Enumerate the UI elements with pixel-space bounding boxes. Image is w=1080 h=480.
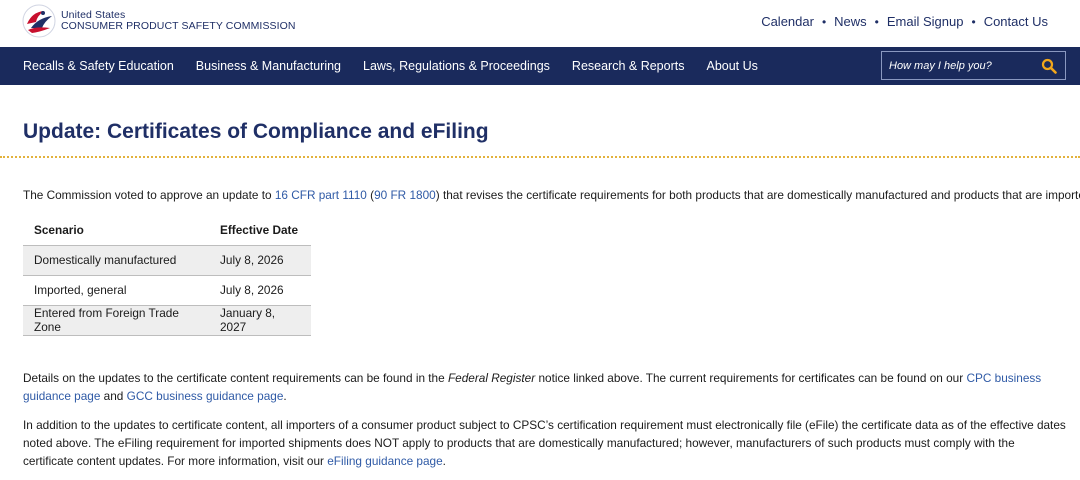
table-row: Entered from Foreign Trade Zone January … — [23, 304, 311, 336]
table-header-row: Scenario Effective Date — [23, 215, 311, 245]
federal-register-text: Federal Register — [447, 371, 536, 385]
news-link[interactable]: News — [834, 14, 867, 29]
efiling-guidance-link[interactable]: eFiling guidance page — [327, 454, 442, 468]
cfr-1110-link[interactable]: 16 CFR part 1110 — [275, 188, 367, 202]
certificate-details-paragraph: Details on the updates to the certificat… — [23, 369, 1068, 405]
bullet-separator: • — [971, 14, 976, 29]
email-signup-link[interactable]: Email Signup — [887, 14, 964, 29]
paragraph-text: . — [283, 389, 287, 403]
main-navigation: Recalls & Safety Education Business & Ma… — [0, 47, 1080, 85]
intro-text: ) that revises the certificate requireme… — [435, 188, 1080, 202]
paragraph-text: Details on the updates to the certificat… — [23, 371, 448, 385]
logo-line-2: CONSUMER PRODUCT SAFETY COMMISSION — [61, 20, 296, 32]
intro-paragraph: The Commission voted to approve an updat… — [23, 188, 1080, 202]
effective-date-cell: July 8, 2026 — [209, 274, 311, 305]
paragraph-text: and — [100, 389, 127, 403]
contact-us-link[interactable]: Contact Us — [984, 14, 1048, 29]
agency-name: United States CONSUMER PRODUCT SAFETY CO… — [61, 10, 296, 32]
page-title: Update: Certificates of Compliance and e… — [23, 120, 489, 143]
nav-recalls-safety-education[interactable]: Recalls & Safety Education — [23, 59, 174, 73]
intro-text: The Commission voted to approve an updat… — [23, 188, 275, 202]
effective-date-cell: January 8, 2027 — [209, 304, 311, 336]
effective-dates-table: Scenario Effective Date Domestically man… — [23, 215, 311, 336]
paragraph-text: notice linked above. The current require… — [535, 371, 967, 385]
nav-business-manufacturing[interactable]: Business & Manufacturing — [196, 59, 341, 73]
cpsc-logo-link[interactable]: United States CONSUMER PRODUCT SAFETY CO… — [22, 4, 296, 38]
calendar-link[interactable]: Calendar — [761, 14, 814, 29]
scenario-cell: Entered from Foreign Trade Zone — [23, 304, 209, 336]
scenario-cell: Imported, general — [23, 274, 209, 305]
effective-date-cell: July 8, 2026 — [209, 244, 311, 275]
scenario-cell: Domestically manufactured — [23, 244, 209, 275]
column-header-effective-date: Effective Date — [220, 222, 299, 237]
intro-text: ( — [366, 188, 375, 202]
top-header: United States CONSUMER PRODUCT SAFETY CO… — [0, 0, 1080, 47]
table-row: Imported, general July 8, 2026 — [23, 274, 311, 305]
title-divider — [0, 156, 1080, 158]
site-search — [881, 51, 1066, 80]
gcc-guidance-link[interactable]: GCC business guidance page — [127, 389, 284, 403]
column-header-scenario: Scenario — [34, 222, 84, 237]
paragraph-text: In addition to the updates to certificat… — [23, 418, 1066, 468]
nav-research-reports[interactable]: Research & Reports — [572, 59, 685, 73]
efiling-paragraph: In addition to the updates to certificat… — [23, 416, 1068, 470]
fr-1800-link[interactable]: 90 FR 1800 — [374, 188, 436, 202]
search-icon[interactable] — [1041, 58, 1057, 74]
nav-about-us[interactable]: About Us — [706, 59, 757, 73]
bullet-separator: • — [874, 14, 879, 29]
cpsc-eagle-logo-icon — [22, 4, 56, 38]
paragraph-text: . — [442, 454, 446, 468]
bullet-separator: • — [821, 14, 827, 29]
nav-laws-regulations[interactable]: Laws, Regulations & Proceedings — [363, 59, 550, 73]
table-row: Domestically manufactured July 8, 2026 — [23, 244, 311, 275]
utility-nav: Calendar • News • Email Signup • Contact… — [761, 14, 1048, 29]
search-input[interactable] — [882, 52, 1032, 79]
